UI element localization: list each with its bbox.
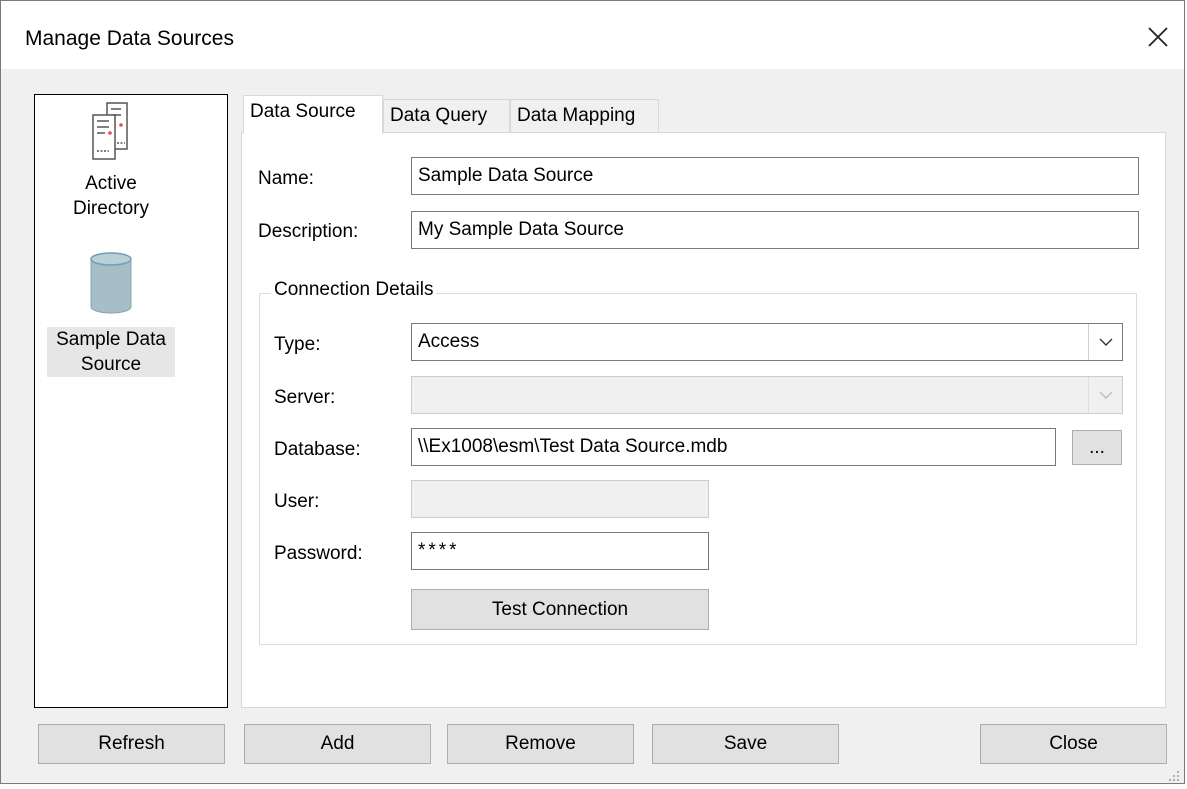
server-select[interactable] xyxy=(411,376,1123,414)
browse-button[interactable]: ... xyxy=(1072,430,1122,465)
database-field[interactable]: \\Ex1008\esm\Test Data Source.mdb xyxy=(411,428,1056,466)
list-item-label: Sample Data xyxy=(47,327,175,352)
add-button[interactable]: Add xyxy=(244,724,431,764)
tab-data-source[interactable]: Data Source xyxy=(243,95,383,134)
list-item-label: Active xyxy=(85,173,137,194)
chevron-down-icon xyxy=(1088,377,1122,413)
list-item-label: Source xyxy=(47,352,175,377)
type-select[interactable]: Access xyxy=(411,323,1123,361)
password-label: Password: xyxy=(274,543,363,564)
close-button[interactable]: Close xyxy=(980,724,1167,764)
tab-data-query[interactable]: Data Query xyxy=(383,99,510,133)
type-label: Type: xyxy=(274,334,321,355)
close-icon[interactable] xyxy=(1140,19,1176,55)
test-connection-button[interactable]: Test Connection xyxy=(411,589,709,630)
name-label: Name: xyxy=(258,168,314,189)
list-item-active-directory[interactable]: Active Directory xyxy=(47,99,175,221)
server-label: Server: xyxy=(274,387,336,408)
window-title: Manage Data Sources xyxy=(25,27,234,50)
database-label: Database: xyxy=(274,439,361,460)
resize-grip-icon[interactable] xyxy=(1167,766,1181,781)
connection-details-title: Connection Details xyxy=(271,279,437,301)
server-icon xyxy=(47,99,175,163)
description-field[interactable]: My Sample Data Source xyxy=(411,211,1139,249)
type-select-value: Access xyxy=(418,331,480,352)
name-field[interactable]: Sample Data Source xyxy=(411,157,1139,195)
description-label: Description: xyxy=(258,221,359,242)
refresh-button[interactable]: Refresh xyxy=(38,724,225,764)
data-source-list[interactable]: Active Directory Sample Data Source xyxy=(34,94,228,708)
user-label: User: xyxy=(274,491,320,512)
tab-data-mapping[interactable]: Data Mapping xyxy=(510,99,659,133)
password-field[interactable]: **** xyxy=(411,532,709,570)
list-item-sample-data-source[interactable]: Sample Data Source xyxy=(47,251,175,377)
user-field[interactable] xyxy=(411,480,709,518)
save-button[interactable]: Save xyxy=(652,724,839,764)
title-bar: Manage Data Sources xyxy=(1,1,1184,69)
remove-button[interactable]: Remove xyxy=(447,724,634,764)
chevron-down-icon[interactable] xyxy=(1088,324,1122,360)
list-item-label: Directory xyxy=(72,198,149,219)
database-icon xyxy=(47,251,175,321)
manage-data-sources-dialog: Manage Data Sources Active Directory Sam… xyxy=(0,0,1185,784)
